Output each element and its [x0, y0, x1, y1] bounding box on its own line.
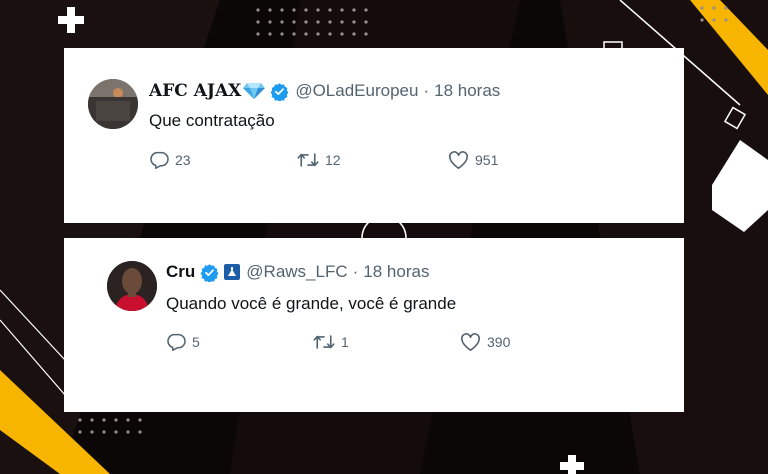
like-button[interactable]: 951 — [448, 151, 498, 169]
reply-icon — [150, 151, 169, 169]
separator-dot: · — [423, 81, 430, 100]
tweet-time[interactable]: 18 horas — [434, 81, 500, 101]
tweet-text: Quando você é grande, você é grande — [166, 294, 457, 313]
author-handle[interactable]: @OLadEuropeu — [295, 81, 418, 101]
avatar[interactable] — [107, 261, 157, 311]
tweet-header: AFC AJAX @OLadEuropeu · 18 horas — [149, 81, 500, 101]
reply-count: 5 — [192, 334, 200, 350]
like-button[interactable]: 390 — [460, 333, 510, 351]
like-count: 951 — [475, 152, 499, 168]
retweet-icon — [313, 335, 335, 349]
reply-button[interactable]: 23 — [149, 151, 191, 169]
author-name[interactable]: Cru — [166, 262, 195, 282]
author-handle[interactable]: @Raws_LFC — [246, 262, 347, 282]
tweet-text: Que contratação — [149, 111, 275, 130]
diamond-icon — [243, 82, 266, 100]
reply-count: 23 — [175, 152, 191, 168]
retweet-count: 1 — [341, 334, 349, 350]
avatar[interactable] — [88, 79, 138, 129]
reply-button[interactable]: 5 — [166, 333, 200, 351]
tweet-card[interactable]: AFC AJAX @OLadEuropeu · 18 horas Que con… — [64, 48, 684, 223]
heart-icon — [449, 151, 468, 169]
tweet-card[interactable]: Cru @Raws_LFC · 18 horas Quando você é g… — [64, 238, 684, 412]
tweet-header: Cru @Raws_LFC · 18 horas — [166, 262, 429, 282]
like-count: 390 — [487, 334, 511, 350]
retweet-icon — [297, 153, 319, 167]
tweet-time[interactable]: 18 horas — [363, 262, 429, 282]
author-name[interactable]: AFC AJAX — [149, 81, 241, 101]
reply-icon — [167, 333, 186, 351]
club-crest-icon — [224, 264, 241, 280]
retweet-button[interactable]: 12 — [297, 151, 341, 169]
retweet-count: 12 — [325, 152, 341, 168]
verified-icon — [270, 82, 289, 101]
heart-icon — [461, 333, 480, 351]
separator-dot: · — [352, 262, 359, 281]
verified-icon — [200, 263, 219, 282]
retweet-button[interactable]: 1 — [313, 333, 349, 351]
